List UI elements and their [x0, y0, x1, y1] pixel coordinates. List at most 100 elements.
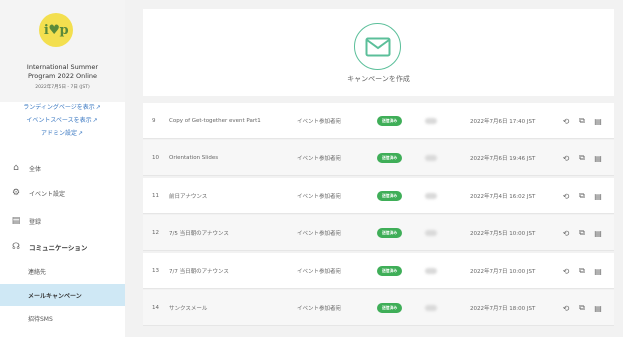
- sub-item-label: 招待SMS: [28, 315, 53, 323]
- nav-item-registration[interactable]: ▤ 登録: [0, 210, 125, 232]
- report-icon[interactable]: ▤: [593, 191, 603, 201]
- campaign-name[interactable]: サンクスメール: [169, 290, 207, 326]
- campaign-date: 2022年7月7日 18:00 JST: [470, 306, 536, 312]
- campaign-name[interactable]: 7/7 当日朝のアナウンス: [169, 253, 229, 289]
- row-number: 13: [152, 268, 159, 274]
- table-row[interactable]: 14 サンクスメール イベント参加者宛 送信済み 2022年7月7日 18:00…: [143, 290, 614, 326]
- nav-item-communication[interactable]: ☊ コミュニケーション: [0, 236, 125, 258]
- row-number: 9: [152, 118, 156, 124]
- campaign-audience: イベント参加者宛: [297, 231, 342, 237]
- row-actions: ⟲ ⧉ ▤: [561, 178, 609, 214]
- landing-page-link[interactable]: ランディングページを表示↗: [6, 102, 118, 111]
- status-badge-cell: 送信済み: [377, 103, 403, 139]
- blurred-placeholder: [425, 193, 437, 199]
- campaign-audience: イベント参加者宛: [297, 306, 342, 312]
- table-row[interactable]: 11 前日アナウンス イベント参加者宛 送信済み 2022年7月4日 16:02…: [143, 178, 614, 214]
- status-badge-cell: 送信済み: [377, 140, 403, 176]
- status-badge-cell: 送信済み: [377, 253, 403, 289]
- admin-settings-link[interactable]: アドミン設定↗: [6, 128, 118, 137]
- event-date: 2022年7月5日 - 7日 (JST): [35, 85, 90, 90]
- sub-item-email-campaign[interactable]: メールキャンペーン: [0, 284, 125, 306]
- nav-item-event-settings[interactable]: ⚙ イベント設定: [0, 182, 125, 204]
- event-name: International Summer Program 2022 Online: [4, 63, 121, 81]
- report-icon[interactable]: ▤: [593, 266, 603, 276]
- campaign-audience: イベント参加者宛: [297, 269, 342, 275]
- table-row[interactable]: 9 Copy of Get-together event Part1 イベント参…: [143, 103, 614, 139]
- copy-icon[interactable]: ⧉: [577, 116, 587, 126]
- status-badge: 送信済み: [377, 153, 403, 163]
- home-icon: ⌂: [13, 163, 19, 173]
- redacted-value: [425, 215, 437, 251]
- table-row[interactable]: 13 7/7 当日朝のアナウンス イベント参加者宛 送信済み 2022年7月7日…: [143, 253, 614, 289]
- row-number: 14: [152, 305, 159, 311]
- table-row[interactable]: 10 Orientation Slides イベント参加者宛 送信済み 2022…: [143, 140, 614, 176]
- campaign-name[interactable]: 7/5 当日朝のアナウンス: [169, 215, 229, 251]
- nav-item-label: コミュニケーション: [29, 244, 88, 252]
- blurred-placeholder: [425, 268, 437, 274]
- logo-text: i♥p: [43, 22, 69, 38]
- status-badge: 送信済み: [377, 303, 403, 313]
- blurred-placeholder: [425, 305, 437, 311]
- row-actions: ⟲ ⧉ ▤: [561, 140, 609, 176]
- report-icon[interactable]: ▤: [593, 228, 603, 238]
- report-icon[interactable]: ▤: [593, 303, 603, 313]
- create-campaign-button[interactable]: [354, 23, 401, 70]
- mail-icon: [365, 37, 390, 56]
- nav-item-overview[interactable]: ⌂ 全体: [0, 157, 125, 179]
- clipboard-icon: ▤: [11, 216, 21, 226]
- nav-item-label: 全体: [29, 165, 42, 173]
- status-badge: 送信済み: [377, 191, 403, 201]
- redacted-value: [425, 140, 437, 176]
- campaign-name[interactable]: Copy of Get-together event Part1: [169, 103, 261, 139]
- external-link-icon: ↗: [92, 117, 98, 124]
- sub-item-label: 連絡先: [28, 268, 47, 276]
- campaign-name[interactable]: Orientation Slides: [169, 140, 218, 176]
- campaign-audience: イベント参加者宛: [297, 156, 342, 162]
- status-badge: 送信済み: [377, 116, 403, 126]
- campaign-date: 2022年7月7日 10:00 JST: [470, 269, 536, 275]
- redacted-value: [425, 253, 437, 289]
- undo-icon[interactable]: ⟲: [561, 303, 571, 313]
- landing-page-link-label: ランディングページを表示: [23, 104, 95, 111]
- status-badge-cell: 送信済み: [377, 290, 403, 326]
- admin-settings-link-label: アドミン設定: [40, 130, 77, 137]
- undo-icon[interactable]: ⟲: [561, 153, 571, 163]
- event-name-line2: Program 2022 Online: [27, 72, 98, 80]
- undo-icon[interactable]: ⟲: [561, 116, 571, 126]
- external-link-icon: ↗: [95, 104, 101, 111]
- event-name-line1: International Summer: [26, 63, 99, 71]
- row-number: 10: [152, 155, 159, 161]
- undo-icon[interactable]: ⟲: [561, 191, 571, 201]
- copy-icon[interactable]: ⧉: [577, 303, 587, 313]
- copy-icon[interactable]: ⧉: [577, 228, 587, 238]
- create-campaign-card[interactable]: キャンペーンを作成: [143, 9, 614, 96]
- event-space-link-label: イベントスペースを表示: [26, 117, 92, 124]
- copy-icon[interactable]: ⧉: [577, 153, 587, 163]
- event-space-link[interactable]: イベントスペースを表示↗: [6, 115, 118, 124]
- sub-item-sms-invite[interactable]: 招待SMS: [0, 307, 125, 329]
- report-icon[interactable]: ▤: [593, 116, 603, 126]
- create-campaign-label[interactable]: キャンペーンを作成: [143, 74, 614, 84]
- nav-item-label: イベント設定: [29, 190, 66, 198]
- blurred-placeholder: [425, 230, 437, 236]
- status-badge: 送信済み: [377, 266, 403, 276]
- copy-icon[interactable]: ⧉: [577, 191, 587, 201]
- sub-item-contacts[interactable]: 連絡先: [0, 260, 125, 282]
- undo-icon[interactable]: ⟲: [561, 228, 571, 238]
- report-icon[interactable]: ▤: [593, 153, 603, 163]
- headset-icon: ☊: [12, 242, 20, 252]
- event-logo: i♥p: [39, 13, 73, 47]
- campaign-name[interactable]: 前日アナウンス: [169, 178, 207, 214]
- undo-icon[interactable]: ⟲: [561, 266, 571, 276]
- table-row[interactable]: 12 7/5 当日朝のアナウンス イベント参加者宛 送信済み 2022年7月5日…: [143, 215, 614, 251]
- copy-icon[interactable]: ⧉: [577, 266, 587, 276]
- row-actions: ⟲ ⧉ ▤: [561, 215, 609, 251]
- campaign-audience: イベント参加者宛: [297, 119, 342, 125]
- campaign-date: 2022年7月4日 16:02 JST: [470, 194, 536, 200]
- campaign-date: 2022年7月6日 17:40 JST: [470, 119, 536, 125]
- redacted-value: [425, 178, 437, 214]
- sidebar: i♥p International Summer Program 2022 On…: [0, 0, 125, 337]
- campaign-date: 2022年7月5日 10:00 JST: [470, 231, 536, 237]
- blurred-placeholder: [425, 118, 437, 124]
- row-actions: ⟲ ⧉ ▤: [561, 253, 609, 289]
